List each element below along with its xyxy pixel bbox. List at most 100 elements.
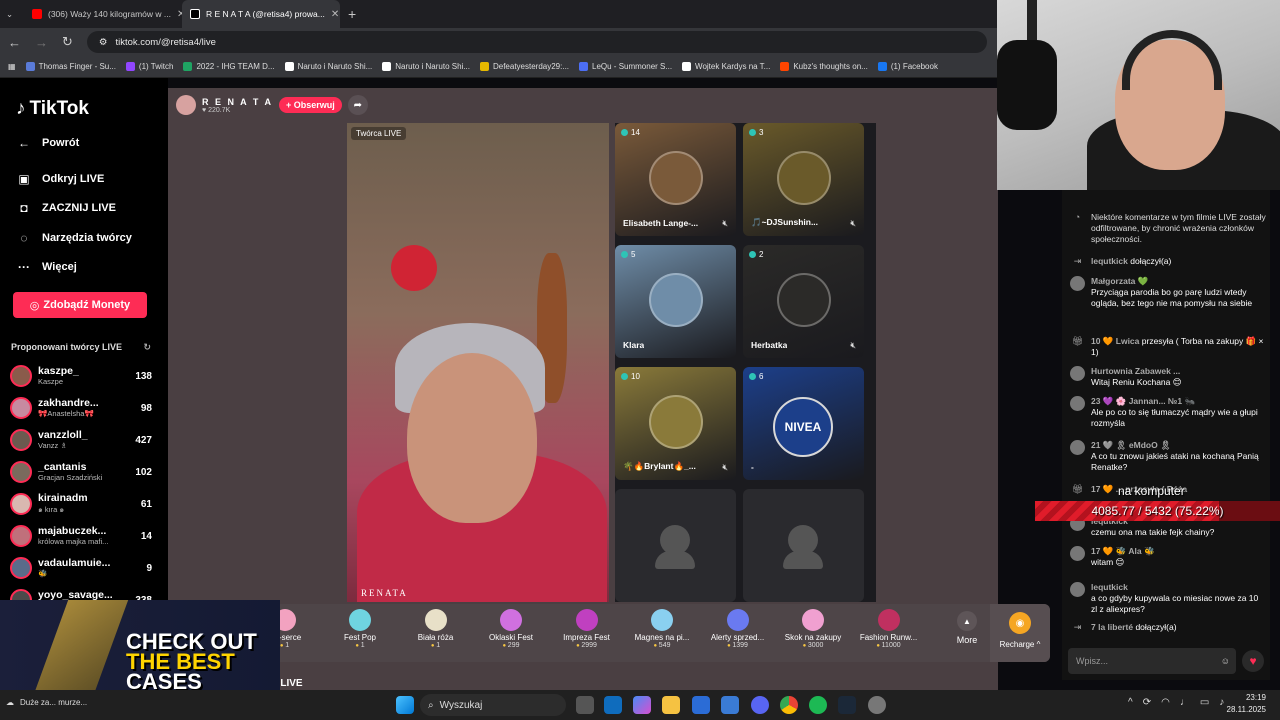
headphones-graphic	[1122, 30, 1222, 90]
nav-discover-live[interactable]: ▣ Odkryj LIVE	[16, 172, 104, 186]
site-info-icon[interactable]: ⚙	[99, 37, 108, 48]
message-author[interactable]: Hurtownia Zabawek ...	[1091, 366, 1182, 377]
host-name[interactable]: R E N A T A	[202, 97, 273, 107]
suggested-creator[interactable]: kaszpe_ Kaszpe 138	[10, 361, 152, 391]
guest-slot[interactable]: 3 🎵~DJSunshin... 🔇︎	[743, 123, 864, 236]
share-icon[interactable]: ➦	[347, 95, 368, 115]
apps-grid-icon[interactable]: ▦	[8, 62, 16, 71]
gift-item[interactable]: Magnes na pi... 549	[627, 604, 697, 662]
tab-tiktok[interactable]: R E N A T A (@retisa4) prowa... ✕	[182, 0, 340, 28]
bookmark-label: (1) Facebook	[890, 62, 938, 71]
bookmark[interactable]: Thomas Finger - Su...	[25, 62, 116, 71]
more-gifts-button[interactable]: ▲ More	[942, 611, 992, 645]
empty-guest-slot[interactable]	[615, 489, 736, 602]
gift-item[interactable]: Fashion Runw... 11000	[854, 604, 924, 662]
bookmark[interactable]: Naruto i Naruto Shi...	[284, 62, 372, 71]
gift-item[interactable]: Impreza Fest 2999	[552, 604, 622, 662]
chevron-up-icon[interactable]: ^	[1128, 697, 1133, 708]
bookmark[interactable]: Wojtek Kardys na T...	[682, 62, 770, 71]
get-coins-button[interactable]: ◎ Zdobądź Monety	[13, 292, 147, 318]
message-author[interactable]: lequtkick	[1091, 582, 1266, 593]
bookmark-label: Thomas Finger - Su...	[38, 62, 116, 71]
tab-youtube[interactable]: (306) Waży 140 kilogramów w ... ✕	[24, 0, 182, 28]
reload-icon[interactable]: ↻	[62, 34, 73, 50]
nav-start-live[interactable]: ◘ ZACZNIJ LIVE	[16, 201, 116, 215]
follow-button[interactable]: + Obserwuj	[279, 97, 342, 113]
volume-icon[interactable]: ♪	[1219, 697, 1224, 708]
suggested-creator[interactable]: vanzzloll_ Vanzz ♗ 427	[10, 425, 152, 455]
message-author[interactable]: 21 🩶 🎗 eMdoO 🎗	[1091, 440, 1266, 451]
nav-creator-tools[interactable]: ◌ Narzędzia twórcy	[16, 231, 131, 245]
bookmark[interactable]: Defeatyesterday29:...	[479, 62, 569, 71]
tiktok-logo[interactable]: ♪ TikTok	[16, 98, 89, 120]
gift-item[interactable]: Skok na zakupy 3000	[778, 604, 848, 662]
facebook-icon	[877, 62, 887, 71]
main-video[interactable]: Twórca LIVE RENATA	[347, 123, 609, 602]
bookmark[interactable]: (1) Twitch	[125, 62, 173, 71]
taskbar-weather[interactable]: ☁ Duże za... murze...	[6, 698, 87, 707]
recharge-button[interactable]: ◉ Recharge ^	[990, 604, 1050, 662]
wifi-icon[interactable]: ◠	[1161, 697, 1170, 708]
bookmark[interactable]: 2022 - IHG TEAM D...	[183, 62, 275, 71]
suggested-creator[interactable]: vadaulamuie... 🐝 9	[10, 553, 152, 583]
url-field[interactable]: ⚙ tiktok.com/@retisa4/live	[86, 31, 987, 53]
windows-start-icon[interactable]	[396, 696, 414, 714]
forward-icon[interactable]: →	[35, 35, 48, 50]
guest-slot[interactable]: 5 Klara	[615, 245, 736, 358]
file-explorer-icon[interactable]	[662, 696, 680, 714]
steam-icon[interactable]	[838, 696, 856, 714]
nav-back[interactable]: ← Powrót	[16, 136, 79, 150]
store-icon[interactable]	[692, 696, 710, 714]
chat-input[interactable]: Wpisz... ☺	[1068, 648, 1236, 674]
bookmark[interactable]: Naruto i Naruto Shi...	[382, 62, 470, 71]
message-author[interactable]: 10 🧡 Lwica	[1091, 336, 1139, 346]
nav-more[interactable]: ··· Więcej	[16, 260, 77, 274]
creator-subtitle: królowa majka mafi...	[38, 537, 109, 546]
gift-item[interactable]: Fest Pop 1	[325, 604, 395, 662]
task-view-icon[interactable]	[576, 696, 594, 714]
snipping-tool-icon[interactable]	[721, 696, 739, 714]
suggested-creator[interactable]: kirainadm ๑ kıra ๑ 61	[10, 489, 152, 519]
bookmark[interactable]: (1) Facebook	[877, 62, 938, 71]
sync-icon[interactable]: ⟳	[1143, 697, 1151, 708]
empty-guest-slot[interactable]	[743, 489, 864, 602]
guest-slot[interactable]: 2 Herbatka 🔇︎	[743, 245, 864, 358]
message-author[interactable]: 7 la liberté	[1091, 622, 1133, 632]
host-avatar[interactable]	[176, 95, 196, 115]
message-author[interactable]: 23 💜 🌸 Jannan... №1 🐜	[1091, 396, 1266, 407]
copilot-icon[interactable]	[633, 696, 651, 714]
message-author[interactable]: lequtkick	[1091, 256, 1128, 266]
bookmark[interactable]: LeQu - Summoner S...	[579, 62, 672, 71]
suggested-creator[interactable]: _cantanis Gracjan Szadziński 102	[10, 457, 152, 487]
outlook-icon[interactable]	[604, 696, 622, 714]
tab-list-button[interactable]: ⌄	[0, 0, 24, 28]
bookmark-label: 2022 - IHG TEAM D...	[196, 62, 275, 71]
back-icon[interactable]: ←	[8, 35, 21, 50]
suggested-creator[interactable]: majabuczek... królowa majka mafi... 14	[10, 521, 152, 551]
suggested-creator[interactable]: zakhandre... 🎀Anastelsha🎀 98	[10, 393, 152, 423]
avatar	[1070, 440, 1085, 455]
message-author[interactable]: Małgorzata 💚	[1091, 276, 1266, 287]
guest-slot[interactable]: 6 NIVEA -	[743, 367, 864, 480]
like-heart-icon[interactable]: ♥	[1242, 650, 1264, 672]
guest-slot[interactable]: 14 Elisabeth Lange-... 🔇︎	[615, 123, 736, 236]
tiktok-icon	[190, 9, 200, 19]
new-tab-button[interactable]: +	[340, 0, 364, 28]
spotify-icon[interactable]	[809, 696, 827, 714]
chrome-icon[interactable]	[780, 696, 798, 714]
network-icon[interactable]: ▭	[1200, 697, 1209, 708]
refresh-icon[interactable]: ↻	[143, 342, 151, 353]
guest-slot[interactable]: 10 🌴🔥Brylant🔥_... 🔇︎	[615, 367, 736, 480]
taskbar-search[interactable]: ⌕ Wyszukaj	[420, 694, 566, 716]
gift-item[interactable]: Alerty sprzed... 1399	[703, 604, 773, 662]
message-author[interactable]: 17 🧡 🐝 Ala 🐝	[1091, 546, 1155, 557]
gear-icon[interactable]	[868, 696, 886, 714]
bookmark[interactable]: Kubz's thoughts on...	[780, 62, 868, 71]
discord-icon[interactable]	[751, 696, 769, 714]
taskbar-clock[interactable]: 23:19 28.11.2025	[1227, 692, 1266, 716]
microphone-icon[interactable]: ♩	[1180, 697, 1190, 708]
gift-item[interactable]: Oklaski Fest 299	[476, 604, 546, 662]
emoji-icon[interactable]: ☺	[1221, 656, 1230, 666]
close-tab-icon[interactable]: ✕	[331, 9, 339, 20]
gift-item[interactable]: Biała róża 1	[401, 604, 471, 662]
